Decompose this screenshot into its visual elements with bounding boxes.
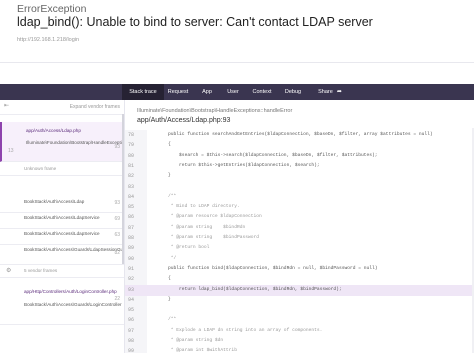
tab-stack-trace[interactable]: Stack trace xyxy=(122,84,164,100)
line-number[interactable]: 95 xyxy=(128,307,134,313)
line-number[interactable]: 93 xyxy=(128,287,134,293)
line-number[interactable]: 90 xyxy=(128,256,134,262)
line-source: */ xyxy=(157,255,177,261)
line-number[interactable]: 86 xyxy=(128,214,134,220)
line-source: * @param resource $ldapConnection xyxy=(157,214,262,220)
line-source: return $this->getEntries($ldapConnection… xyxy=(157,162,320,168)
line-source: } xyxy=(157,296,171,302)
line-source: * @return bool xyxy=(157,245,210,251)
code-header: Illuminate\Foundation\Bootstrap\HandleEx… xyxy=(125,100,474,128)
tab-app[interactable]: App xyxy=(196,84,218,100)
frame-class: BookStack\Auth\Access\Ldap xyxy=(24,199,85,204)
stack-frame[interactable]: app/Http/Controllers/Auth/LoginControlle… xyxy=(0,282,124,325)
code-viewer: Illuminate\Foundation\Bootstrap\HandleEx… xyxy=(124,100,474,353)
frame-line: 69 xyxy=(114,216,120,222)
stack-frame[interactable]: BookStack\Auth\Access\LdapService 69 xyxy=(0,212,124,229)
share-button[interactable]: Share ➦ xyxy=(312,84,348,100)
line-number[interactable]: 92 xyxy=(128,276,134,282)
exception-class: ErrorException xyxy=(17,3,87,15)
code-file-title[interactable]: app/Auth/Access/Ldap.php:93 xyxy=(137,117,230,124)
frame-class: Illuminate\Foundation\Bootstrap\HandleEx… xyxy=(26,140,124,145)
line-source: * @param string $bindPassword xyxy=(157,235,259,240)
error-header: ErrorException ldap_bind(): Unable to bi… xyxy=(0,0,474,84)
line-source: $search = $this->search($ldapConnection,… xyxy=(157,152,378,158)
line-source: { xyxy=(157,276,171,282)
stack-frame[interactable]: 13 app/Auth/Access/Ldap.php Illuminate\F… xyxy=(0,122,124,162)
share-label: Share xyxy=(318,89,333,95)
line-source: * @param int $withAttrib xyxy=(157,348,237,353)
frame-number: 13 xyxy=(8,148,14,154)
sidebar-toolbar: ⇤ Expand vendor frames xyxy=(0,100,124,115)
line-number[interactable]: 97 xyxy=(128,328,134,334)
line-number[interactable]: 80 xyxy=(128,153,134,159)
frame-class: BookStack\Auth\Access\Guards\LoginContro… xyxy=(24,302,122,307)
line-source: public function searchAndGetEntries($lda… xyxy=(157,132,433,137)
line-number[interactable]: 78 xyxy=(128,132,134,138)
line-number[interactable]: 94 xyxy=(128,297,134,303)
line-source: * @param string $dn xyxy=(157,338,224,343)
tab-context[interactable]: Context xyxy=(248,84,276,100)
tab-request[interactable]: Request xyxy=(164,84,192,100)
frame-line: 93 xyxy=(114,200,120,206)
share-icon: ➦ xyxy=(336,89,342,95)
code-class-title: Illuminate\Foundation\Bootstrap\HandleEx… xyxy=(137,108,293,114)
gear-icon: ⚙ xyxy=(6,268,12,274)
line-source: } xyxy=(157,173,171,179)
line-number[interactable]: 83 xyxy=(128,184,134,190)
unknown-frame-label: Unknown frame xyxy=(24,166,57,171)
stack-frames-sidebar: ⇤ Expand vendor frames 13 app/Auth/Acces… xyxy=(0,100,124,353)
line-source: /** xyxy=(157,193,177,199)
frame-file: app/Auth/Access/Ldap.php xyxy=(26,128,81,133)
code-line: 99 * @param int $withAttrib xyxy=(125,346,474,353)
line-source: * Bind to LDAP directory. xyxy=(157,204,240,210)
tab-debug[interactable]: Debug xyxy=(280,84,306,100)
line-source: * @param string $bindRdn xyxy=(157,224,246,230)
line-number[interactable]: 99 xyxy=(128,348,134,353)
expand-vendor-frames-toggle[interactable]: Expand vendor frames xyxy=(70,104,120,110)
stack-frame[interactable]: BookStack\Auth\Access\Guards\LdapSession… xyxy=(0,244,124,265)
indent-icon[interactable]: ⇤ xyxy=(4,102,9,109)
frame-class: BookStack\Auth\Access\LdapService xyxy=(24,215,100,220)
frame-file: app/Http/Controllers/Auth/LoginControlle… xyxy=(24,289,117,294)
line-number[interactable]: 88 xyxy=(128,235,134,241)
frame-line: 22 xyxy=(114,296,120,302)
frame-class: BookStack\Auth\Access\LdapService xyxy=(24,231,100,236)
frame-class: BookStack\Auth\Access\Guards\LdapSession… xyxy=(24,247,124,252)
line-source: /** xyxy=(157,317,177,323)
line-number[interactable]: 89 xyxy=(128,245,134,251)
line-source: * Explode a LDAP dn string into an array… xyxy=(157,327,323,333)
stack-frame[interactable]: BookStack\Auth\Access\Ldap 93 xyxy=(0,196,124,213)
stack-frame[interactable]: BookStack\Auth\Access\LdapService 63 xyxy=(0,228,124,245)
frame-line: 93 xyxy=(114,144,120,150)
tab-bar: Stack trace Request App User Context Deb… xyxy=(0,84,474,100)
line-source: return ldap_bind($ldapConnection, $bindR… xyxy=(157,286,342,292)
line-source: public function bind($ldapConnection, $b… xyxy=(157,265,378,271)
line-number[interactable]: 84 xyxy=(128,194,134,200)
tab-user[interactable]: User xyxy=(222,84,244,100)
line-number[interactable]: 91 xyxy=(128,266,134,272)
request-url[interactable]: http://192.168.1.218/login xyxy=(17,37,79,43)
vendor-frames-toggle[interactable]: ⚙ 5 vendor frames xyxy=(0,264,124,278)
line-number[interactable]: 82 xyxy=(128,173,134,179)
vendor-frames-label: 5 vendor frames xyxy=(24,268,58,273)
line-number[interactable]: 81 xyxy=(128,163,134,169)
frame-line: 63 xyxy=(114,232,120,238)
line-number[interactable]: 79 xyxy=(128,142,134,148)
frame-line: 82 xyxy=(114,250,120,256)
unknown-frame[interactable]: Unknown frame xyxy=(0,162,124,176)
line-number[interactable]: 98 xyxy=(128,338,134,344)
line-number[interactable]: 87 xyxy=(128,225,134,231)
header-divider xyxy=(0,62,474,63)
line-number[interactable]: 96 xyxy=(128,317,134,323)
exception-message: ldap_bind(): Unable to bind to server: C… xyxy=(17,15,373,29)
line-source: { xyxy=(157,142,171,148)
line-number[interactable]: 85 xyxy=(128,204,134,210)
